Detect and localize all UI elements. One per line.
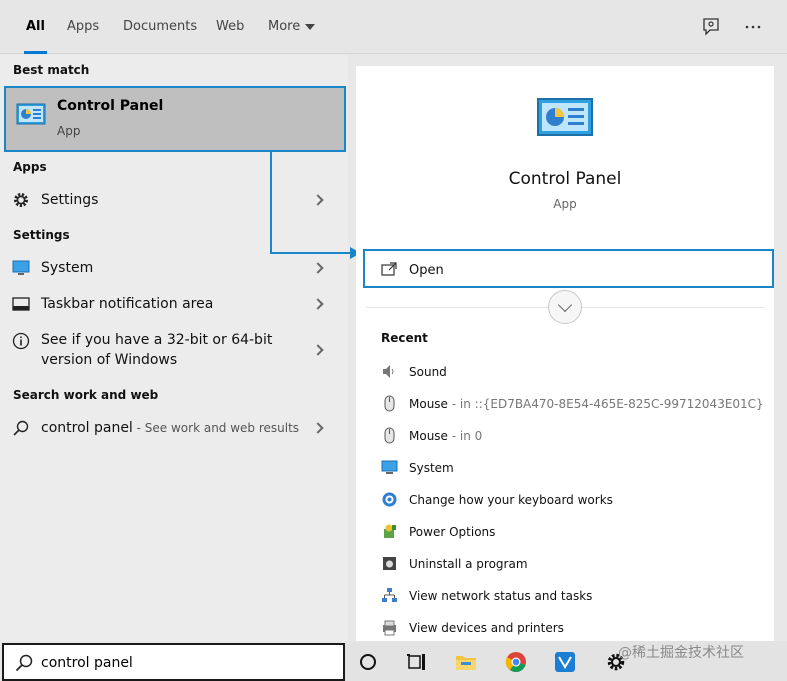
preview-pane: Control Panel App Open Recent Sound Mous…: [356, 66, 774, 641]
open-external-icon: [381, 262, 397, 276]
result-settings-label: Settings: [41, 192, 99, 208]
tab-documents[interactable]: Documents: [123, 0, 197, 54]
tab-more-label: More: [268, 19, 301, 34]
speaker-icon: [383, 365, 394, 378]
search-input[interactable]: [41, 652, 331, 674]
result-32-64-bit[interactable]: See if you have a 32-bit or 64-bit versi…: [0, 330, 348, 372]
results-pane: Best match Control Panel App Apps Settin…: [0, 55, 348, 641]
apps-heading: Apps: [13, 160, 47, 174]
tab-more[interactable]: More: [268, 0, 316, 54]
cortana-icon[interactable]: [357, 651, 379, 673]
annotation-connector: [270, 151, 272, 254]
open-label: Open: [409, 263, 444, 278]
feedback-icon[interactable]: [700, 16, 722, 38]
web-heading: Search work and web: [13, 388, 159, 402]
chrome-icon[interactable]: [505, 651, 527, 673]
recent-label: Change how your keyboard works: [409, 493, 613, 507]
tab-apps[interactable]: Apps: [67, 0, 99, 54]
recent-label: Mouse: [409, 429, 448, 443]
recent-label: System: [409, 461, 454, 475]
tab-web[interactable]: Web: [216, 0, 244, 54]
result-32-64-bit-line1: See if you have a 32-bit or 64-bit: [41, 332, 273, 348]
best-match-subtitle: App: [57, 124, 81, 138]
file-explorer-icon[interactable]: [455, 651, 477, 673]
recent-label: Power Options: [409, 525, 496, 539]
search-icon: [15, 654, 33, 672]
web-hint: - See work and web results: [132, 421, 300, 435]
expand-chevron-button[interactable]: [548, 290, 582, 324]
gear-icon: [14, 193, 28, 207]
info-icon: [12, 332, 30, 350]
annotation-connector: [270, 252, 352, 254]
web-query: control panel: [41, 420, 133, 436]
chevron-right-icon[interactable]: [312, 422, 324, 434]
chevron-right-icon[interactable]: [312, 262, 324, 274]
watermark: @稀土掘金技术社区: [618, 645, 744, 661]
result-taskbar-label: Taskbar notification area: [41, 296, 214, 312]
chevron-right-icon[interactable]: [312, 194, 324, 206]
monitor-icon: [12, 260, 30, 275]
power-options-icon: [384, 524, 396, 538]
tab-all[interactable]: All: [24, 0, 47, 54]
control-panel-icon: [16, 103, 46, 125]
search-tabs-bar: All Apps Documents Web More: [0, 0, 787, 54]
network-icon: [382, 588, 397, 602]
recent-sub: - in 0: [447, 429, 483, 443]
more-options-icon[interactable]: [742, 16, 764, 38]
open-button[interactable]: Open: [363, 249, 774, 288]
recent-label: View devices and printers: [409, 621, 564, 635]
recent-sub: - in ::{ED7BA470-8E54-465E-825C-99712043…: [447, 397, 764, 411]
recent-label: View network status and tasks: [409, 589, 593, 603]
preview-title: Control Panel: [508, 169, 622, 189]
vscode-icon[interactable]: [554, 651, 576, 673]
best-match-control-panel[interactable]: Control Panel App: [4, 86, 346, 152]
control-panel-icon: [537, 98, 593, 136]
monitor-icon: [381, 460, 398, 474]
accessibility-icon: [382, 492, 397, 507]
result-system-label: System: [41, 260, 94, 276]
recent-heading: Recent: [381, 331, 428, 345]
recent-label: Uninstall a program: [409, 557, 528, 571]
result-web-search-text: control panel - See work and web results: [41, 418, 299, 438]
settings-heading: Settings: [13, 228, 70, 242]
taskbar-icon: [12, 297, 30, 311]
search-box[interactable]: [2, 643, 345, 681]
result-settings[interactable]: Settings: [0, 190, 348, 210]
recent-label: Mouse: [409, 397, 448, 411]
caret-down-icon: [305, 23, 316, 30]
best-match-title: Control Panel: [57, 98, 164, 114]
result-web-search[interactable]: control panel - See work and web results: [0, 418, 348, 438]
chevron-right-icon[interactable]: [312, 298, 324, 310]
best-match-heading: Best match: [13, 63, 90, 77]
result-system[interactable]: System: [0, 258, 348, 278]
result-taskbar-notification-area[interactable]: Taskbar notification area: [0, 294, 348, 314]
result-32-64-bit-line2: version of Windows: [41, 352, 178, 368]
task-view-icon[interactable]: [406, 651, 428, 673]
mouse-icon: [384, 395, 395, 412]
recent-label: Sound: [409, 365, 447, 379]
programs-icon: [383, 557, 396, 570]
mouse-icon: [384, 427, 395, 444]
chevron-right-icon[interactable]: [312, 344, 324, 356]
preview-subtitle: App: [553, 197, 577, 211]
printer-icon: [383, 620, 396, 636]
search-icon: [13, 420, 29, 436]
